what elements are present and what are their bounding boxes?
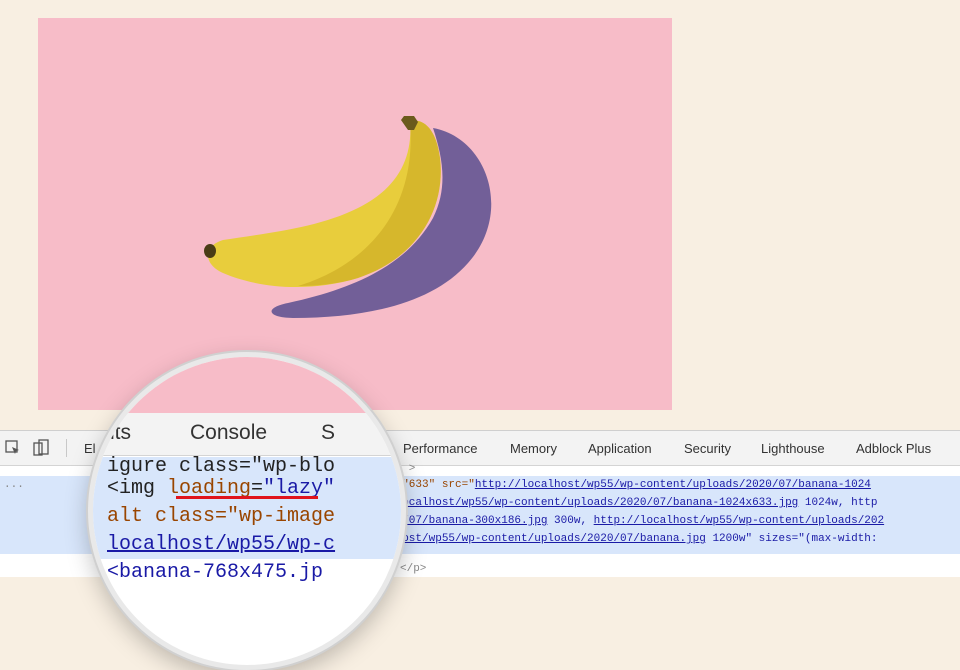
- tab-sources[interactable]: S: [321, 421, 335, 445]
- tab-performance[interactable]: Performance: [403, 441, 477, 456]
- tab-console[interactable]: Console: [190, 421, 267, 445]
- toolbar-separator: [66, 439, 67, 457]
- dom-ellipsis[interactable]: ...: [4, 476, 24, 494]
- magnified-dom-line: igure class="wp-blo: [107, 455, 336, 478]
- red-underline-highlight: [176, 496, 318, 499]
- dom-line[interactable]: height="633" src="http://localhost/wp55/…: [356, 476, 871, 494]
- tab-adblock-plus[interactable]: Adblock Plus: [856, 441, 931, 456]
- tab-elements[interactable]: nts: [103, 421, 131, 445]
- banana-illustration: [204, 116, 492, 318]
- tab-memory[interactable]: Memory: [510, 441, 557, 456]
- magnified-dom-line: alt class="wp-image: [107, 505, 336, 528]
- inspect-element-icon[interactable]: [4, 439, 22, 457]
- tab-application[interactable]: Application: [588, 441, 652, 456]
- tab-security[interactable]: Security: [684, 441, 731, 456]
- banana-tip: [204, 244, 216, 258]
- tab-lighthouse[interactable]: Lighthouse: [761, 441, 825, 456]
- dom-line[interactable]: /localhost/wp55/wp-content/uploads/2020/…: [356, 530, 878, 548]
- dom-line[interactable]: ttp://localhost/wp55/wp-content/uploads/…: [356, 494, 878, 512]
- device-toolbar-icon[interactable]: [32, 439, 50, 457]
- magnifier-lens: nts Console S igure class="wp-blo <img l…: [88, 352, 406, 670]
- magnified-devtools-tabs: nts Console S: [93, 413, 401, 456]
- magnified-dom-line: localhost/wp55/wp-c: [107, 533, 336, 556]
- magnified-dom-line: <banana-768x475.jp: [107, 561, 324, 584]
- banana-image: [38, 18, 672, 410]
- dom-line[interactable]: ds/2020/07/banana-300x186.jpg 300w, http…: [356, 512, 884, 530]
- dom-line[interactable]: </p>: [400, 560, 426, 578]
- magnified-image-edge: [93, 357, 401, 413]
